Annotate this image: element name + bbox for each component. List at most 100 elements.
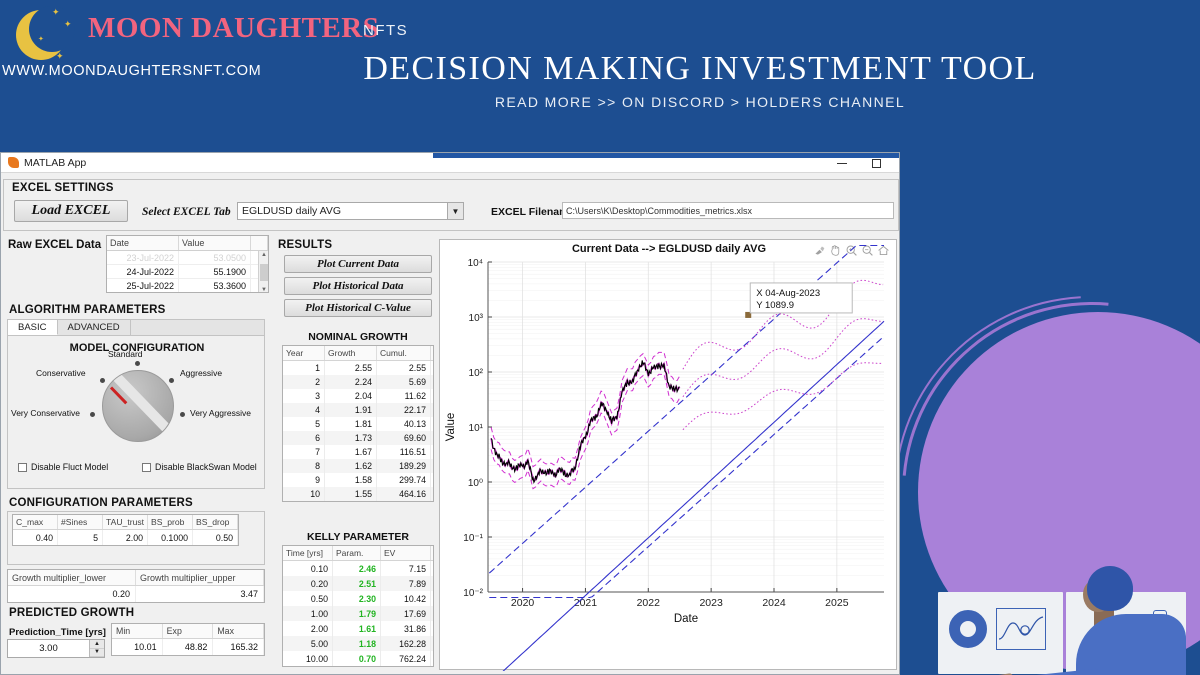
- table-scrollbar[interactable]: ▲ ▼: [258, 251, 268, 292]
- cell-time: 2.00: [283, 621, 333, 636]
- results-plot-panel[interactable]: Current Data --> EGLDUSD daily AVG 10⁻² 1…: [439, 239, 898, 671]
- cell-cumul: 69.60: [377, 431, 431, 445]
- growth-multiplier-section: Growth multiplier_lower Growth multiplie…: [3, 569, 269, 603]
- nominal-growth-table[interactable]: Year Growth Cumul. 1 2.55 2.55 2 2.24 5.69 3 2.…: [282, 345, 434, 502]
- svg-text:10⁰: 10⁰: [468, 478, 483, 489]
- knob-label-standard: Standard: [108, 349, 143, 359]
- svg-text:10⁻²: 10⁻²: [463, 588, 483, 599]
- results-buttons: Plot Current Data Plot Historical Data P…: [284, 255, 434, 321]
- growth-multiplier-table[interactable]: Growth multiplier_lower Growth multiplie…: [7, 569, 265, 603]
- predicted-growth-section: PREDICTED GROWTH Prediction_Time [yrs] 3…: [3, 605, 269, 673]
- matlab-app-window: MATLAB App EXCEL SETTINGS Load EXCEL Sel…: [0, 152, 900, 675]
- plot-canvas[interactable]: 10⁻²10⁻¹10⁰10¹10²10³10⁴2020 2021 2022 2023 2…: [440, 240, 898, 671]
- svg-text:2020: 2020: [511, 597, 535, 609]
- excel-filename-field[interactable]: C:\Users\K\Desktop\Commodities_metrics.x…: [562, 202, 894, 219]
- knob-label-aggressive: Aggressive: [180, 368, 223, 378]
- table-row: 6 1.73 69.60: [283, 431, 433, 445]
- tab-basic[interactable]: BASIC: [8, 320, 58, 335]
- brand-url: WWW.MOONDAUGHTERSNFT.COM: [2, 63, 262, 79]
- cell-time: 0.20: [283, 576, 333, 591]
- cell-param: 1.18: [333, 636, 381, 651]
- column-header-growth-multiplier-upper: Growth multiplier_upper: [136, 570, 264, 585]
- svg-text:2022: 2022: [637, 597, 661, 609]
- column-header-bsprob: BS_prob: [148, 515, 193, 529]
- plot-historical-data-button[interactable]: Plot Historical Data: [284, 277, 432, 295]
- checkbox-label: Disable BlackSwan Model: [155, 462, 257, 472]
- cell-growth: 1.67: [325, 445, 377, 459]
- table-row: 0.50 2.30 10.42: [283, 591, 433, 606]
- svg-text:10³: 10³: [469, 313, 484, 324]
- excel-settings-title: EXCEL SETTINGS: [12, 182, 114, 194]
- cell-year: 2: [283, 375, 325, 389]
- cell-growth-multiplier-lower: 0.20: [8, 586, 136, 602]
- stepper-up-icon[interactable]: ▲: [90, 640, 104, 649]
- svg-text:10²: 10²: [469, 368, 484, 379]
- svg-text:Y 1089.9: Y 1089.9: [756, 300, 794, 311]
- table-row: 0.20 3.47: [8, 586, 264, 602]
- cell-time: 1.00: [283, 606, 333, 621]
- checkbox-disable-blackswan-model[interactable]: Disable BlackSwan Model: [142, 462, 257, 472]
- plot-current-data-button[interactable]: Plot Current Data: [284, 255, 432, 273]
- column-header-growth: Growth: [325, 346, 377, 360]
- cell-ev: 17.69: [381, 606, 431, 621]
- column-header-sines: #Sines: [58, 515, 103, 529]
- excel-settings-panel: EXCEL SETTINGS Load EXCEL Select EXCEL T…: [3, 179, 899, 231]
- column-header-blank: [251, 236, 268, 250]
- model-configuration-knob[interactable]: [102, 370, 174, 442]
- algorithm-tabbar: BASIC ADVANCED: [8, 320, 264, 336]
- table-row: 3 2.04 11.62: [283, 389, 433, 403]
- column-header-exp: Exp: [163, 624, 214, 638]
- decorative-illustration: [900, 152, 1200, 675]
- knob-tick-very-aggressive: [180, 412, 185, 417]
- table-row: 7 1.67 116.51: [283, 445, 433, 459]
- knob-label-very-conservative: Very Conservative: [11, 408, 80, 418]
- plot-historical-c-value-button[interactable]: Plot Historical C-Value: [284, 299, 432, 317]
- cell-ev: 7.89: [381, 576, 431, 591]
- knob-tick-standard: [135, 361, 140, 366]
- tab-advanced[interactable]: ADVANCED: [58, 320, 131, 335]
- column-header-cumul: Cumul.: [377, 346, 431, 360]
- cell-growth: 1.91: [325, 403, 377, 417]
- cell-year: 10: [283, 487, 325, 501]
- raw-excel-data-table[interactable]: Date Value 23-Jul-2022 53.0500 24-Jul-20…: [106, 235, 269, 293]
- prediction-time-label: Prediction_Time [yrs]: [9, 627, 106, 638]
- prediction-time-stepper[interactable]: 3.00 ▲ ▼: [7, 639, 105, 658]
- cell-max: 165.32: [213, 639, 265, 655]
- cell-ev: 162.28: [381, 636, 431, 651]
- cell-year: 8: [283, 459, 325, 473]
- cell-time: 0.50: [283, 591, 333, 606]
- cell-year: 1: [283, 361, 325, 375]
- maximize-button[interactable]: [859, 154, 893, 172]
- checkbox-disable-fluct-model[interactable]: Disable Fluct Model: [18, 462, 108, 472]
- cell-growth-multiplier-upper: 3.47: [136, 586, 264, 602]
- cell-cumul: 40.13: [377, 417, 431, 431]
- page-subtitle: READ MORE >> ON DISCORD > HOLDERS CHANNE…: [494, 94, 906, 110]
- stepper-down-icon[interactable]: ▼: [90, 648, 104, 657]
- svg-text:X 04-Aug-2023: X 04-Aug-2023: [756, 288, 820, 299]
- checkbox-label: Disable Fluct Model: [31, 462, 109, 472]
- cell-ev: 31.86: [381, 621, 431, 636]
- table-row: 10.01 48.82 165.32: [112, 639, 265, 655]
- cell-sines: 5: [58, 530, 103, 545]
- column-header-date: Date: [107, 236, 179, 250]
- load-excel-button[interactable]: Load EXCEL: [14, 200, 128, 222]
- cell-year: 9: [283, 473, 325, 487]
- kelly-parameter-table[interactable]: Time [yrs] Param. EV 0.10 2.46 7.15 0.20 2.5…: [282, 545, 434, 667]
- predicted-growth-table[interactable]: Min Exp Max 10.01 48.82 165.32: [111, 623, 265, 656]
- cell-growth: 1.73: [325, 431, 377, 445]
- cell-tautrust: 2.00: [103, 530, 148, 545]
- table-row: 5.00 1.18 162.28: [283, 636, 433, 651]
- column-header-time: Time [yrs]: [283, 546, 333, 560]
- excel-tab-dropdown[interactable]: EGLDUSD daily AVG ▼: [237, 202, 464, 220]
- configuration-parameters-table[interactable]: C_max #Sines TAU_trust BS_prob BS_drop 0…: [12, 514, 239, 546]
- column-header-year: Year: [283, 346, 325, 360]
- minimize-button[interactable]: [825, 154, 859, 172]
- column-header-max: Max: [213, 624, 265, 638]
- scroll-up-icon[interactable]: ▲: [260, 252, 268, 258]
- cell-ev: 10.42: [381, 591, 431, 606]
- cell-ev: 7.15: [381, 561, 431, 576]
- window-title: MATLAB App: [24, 156, 87, 169]
- knob-tick-very-conservative: [90, 412, 95, 417]
- results-title: RESULTS: [278, 239, 333, 251]
- column-header-ev: EV: [381, 546, 431, 560]
